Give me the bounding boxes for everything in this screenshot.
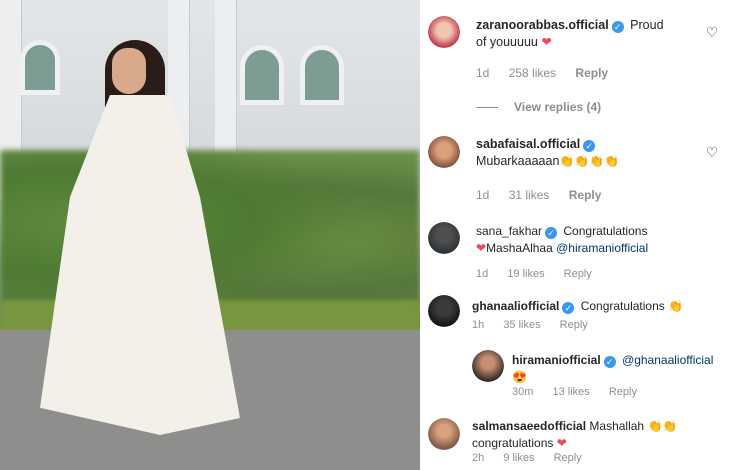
comment-username[interactable]: salmansaeedofficial bbox=[472, 419, 586, 433]
comment-likes[interactable]: 35 likes bbox=[503, 319, 540, 331]
comment-meta: 1h 35 likes Reply bbox=[472, 319, 604, 331]
building-window bbox=[300, 45, 344, 105]
building-window bbox=[20, 40, 60, 95]
comment-likes[interactable]: 31 likes bbox=[509, 188, 550, 202]
comments-panel: zaranoorabbas.official ✓ Proud of youuuuu… bbox=[420, 0, 740, 470]
comment-meta: 1d 258 likes Reply bbox=[476, 66, 624, 80]
comment-time: 1d bbox=[476, 66, 490, 80]
verified-badge-icon: ✓ bbox=[545, 227, 558, 239]
comment-text: ghanaaliofficial ✓ Congratulations 👏 bbox=[472, 298, 722, 315]
clap-emoji: 👏👏 bbox=[647, 419, 678, 433]
avatar[interactable] bbox=[428, 16, 460, 48]
smile-emoji: 😍 bbox=[512, 370, 527, 384]
comment-likes[interactable]: 258 likes bbox=[509, 66, 556, 80]
comment-meta: 1d 19 likes Reply bbox=[476, 268, 608, 280]
comment-likes[interactable]: 9 likes bbox=[503, 452, 534, 464]
clap-emoji: 👏 bbox=[668, 299, 684, 313]
comment-time: 30m bbox=[512, 386, 534, 398]
heart-emoji: ❤ bbox=[541, 35, 552, 49]
avatar[interactable] bbox=[428, 295, 460, 327]
comment-text: hiramaniofficial ✓ @ghanaaliofficial 😍 bbox=[512, 352, 722, 386]
comment-body: Mubarkaaaaan bbox=[476, 154, 560, 168]
comment-meta: 1d 31 likes Reply bbox=[476, 188, 617, 202]
comment-body: MashaAlhaa bbox=[486, 241, 553, 255]
comment-text: sabafaisal.official ✓ Mubarkaaaaan👏👏👏👏 bbox=[476, 136, 706, 170]
building-window bbox=[240, 45, 284, 105]
reply-button[interactable]: Reply bbox=[560, 319, 588, 331]
heart-emoji: ❤ bbox=[476, 241, 487, 255]
comment-meta: 2h 9 likes Reply bbox=[472, 452, 598, 464]
comment-time: 1h bbox=[472, 319, 485, 331]
comment-time: 2h bbox=[472, 452, 485, 464]
comment-body: congratulations bbox=[472, 436, 554, 450]
comment-text: salmansaeedofficial Mashallah 👏👏 congrat… bbox=[472, 418, 722, 452]
comment-likes[interactable]: 19 likes bbox=[507, 268, 544, 280]
comment-text: sana_fakhar ✓ Congratulations ❤MashaAlhaa… bbox=[476, 223, 716, 257]
like-heart-icon[interactable]: ♡ bbox=[704, 24, 720, 40]
comment-username[interactable]: hiramaniofficial bbox=[512, 353, 601, 367]
comment-body: Proud bbox=[630, 18, 664, 32]
heart-emoji: ❤ bbox=[556, 436, 567, 450]
comment-time: 1d bbox=[476, 188, 490, 202]
comment-text: zaranoorabbas.official ✓ Proud of youuuuu… bbox=[476, 17, 706, 51]
comment-meta: 30m 13 likes Reply bbox=[512, 386, 653, 398]
verified-badge-icon: ✓ bbox=[603, 356, 616, 368]
post-photo[interactable] bbox=[0, 0, 420, 470]
avatar[interactable] bbox=[428, 418, 460, 450]
comment-username[interactable]: zaranoorabbas.official bbox=[476, 18, 609, 32]
comment-body: of youuuuu bbox=[476, 35, 538, 49]
model-face bbox=[112, 48, 146, 94]
mention-link[interactable]: @hiramaniofficial bbox=[556, 241, 648, 255]
reply-button[interactable]: Reply bbox=[564, 268, 592, 280]
view-replies-button[interactable]: View replies (4) bbox=[476, 100, 601, 114]
comment-username[interactable]: sabafaisal.official bbox=[476, 137, 580, 151]
verified-badge-icon: ✓ bbox=[611, 21, 624, 33]
reply-button[interactable]: Reply bbox=[554, 452, 582, 464]
like-heart-icon[interactable]: ♡ bbox=[704, 144, 720, 160]
comment-likes[interactable]: 13 likes bbox=[552, 386, 589, 398]
reply-button[interactable]: Reply bbox=[609, 386, 637, 398]
comment-time: 1d bbox=[476, 268, 489, 280]
avatar[interactable] bbox=[472, 350, 504, 382]
verified-badge-icon: ✓ bbox=[583, 140, 596, 152]
comment-body: Mashallah bbox=[589, 419, 645, 433]
reply-button[interactable]: Reply bbox=[575, 66, 608, 80]
clap-emoji: 👏👏👏👏 bbox=[559, 154, 620, 168]
comment-body: Congratulations bbox=[580, 299, 665, 313]
avatar[interactable] bbox=[428, 136, 460, 168]
reply-button[interactable]: Reply bbox=[569, 188, 602, 202]
mention-link[interactable]: @ghanaaliofficial bbox=[622, 353, 713, 367]
comment-body: Congratulations bbox=[563, 224, 648, 238]
view-replies-label: View replies (4) bbox=[514, 100, 602, 114]
verified-badge-icon: ✓ bbox=[562, 302, 575, 314]
comment-username[interactable]: ghanaaliofficial bbox=[472, 299, 559, 313]
avatar[interactable] bbox=[428, 222, 460, 254]
comment-username[interactable]: sana_fakhar bbox=[476, 224, 542, 238]
